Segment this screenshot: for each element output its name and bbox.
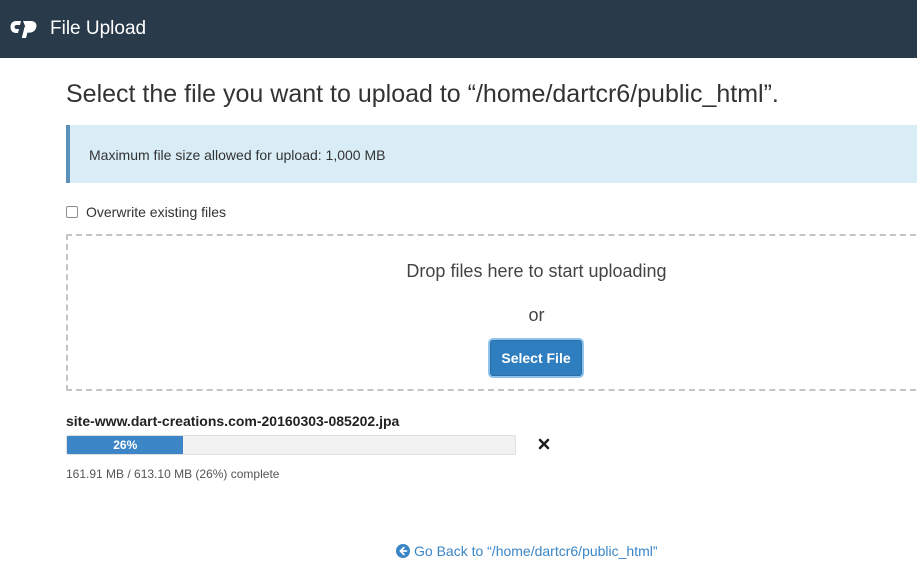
cpanel-logo-icon[interactable]	[10, 17, 42, 39]
top-bar: File Upload	[0, 0, 917, 58]
drop-zone-text: Drop files here to start uploading	[406, 261, 667, 281]
close-icon[interactable]	[536, 436, 552, 452]
or-separator: or	[528, 305, 545, 325]
go-back-link[interactable]: Go Back to “/home/dartcr6/public_html”	[396, 542, 658, 560]
upload-file-name: site-www.dart-creations.com-20160303-085…	[66, 413, 400, 429]
drop-zone[interactable]: Drop files here to start uploading or Se…	[66, 234, 917, 391]
app-title: File Upload	[50, 18, 147, 39]
overwrite-label[interactable]: Overwrite existing files	[86, 203, 226, 221]
max-size-alert: Maximum file size allowed for upload: 1,…	[66, 125, 917, 183]
page-title: Select the file you want to upload to “/…	[66, 80, 779, 108]
overwrite-option[interactable]: Overwrite existing files	[66, 203, 226, 221]
alert-text: Maximum file size allowed for upload: 1,…	[89, 147, 386, 163]
select-file-button[interactable]: Select File	[490, 340, 582, 376]
upload-progress-bar: 26%	[66, 435, 516, 455]
upload-status-text: 161.91 MB / 613.10 MB (26%) complete	[66, 467, 280, 481]
arrow-left-circle-icon[interactable]	[396, 544, 410, 558]
upload-progress-fill: 26%	[67, 436, 184, 454]
go-back-label[interactable]: Go Back to “/home/dartcr6/public_html”	[414, 542, 658, 560]
overwrite-checkbox[interactable]	[66, 206, 78, 218]
